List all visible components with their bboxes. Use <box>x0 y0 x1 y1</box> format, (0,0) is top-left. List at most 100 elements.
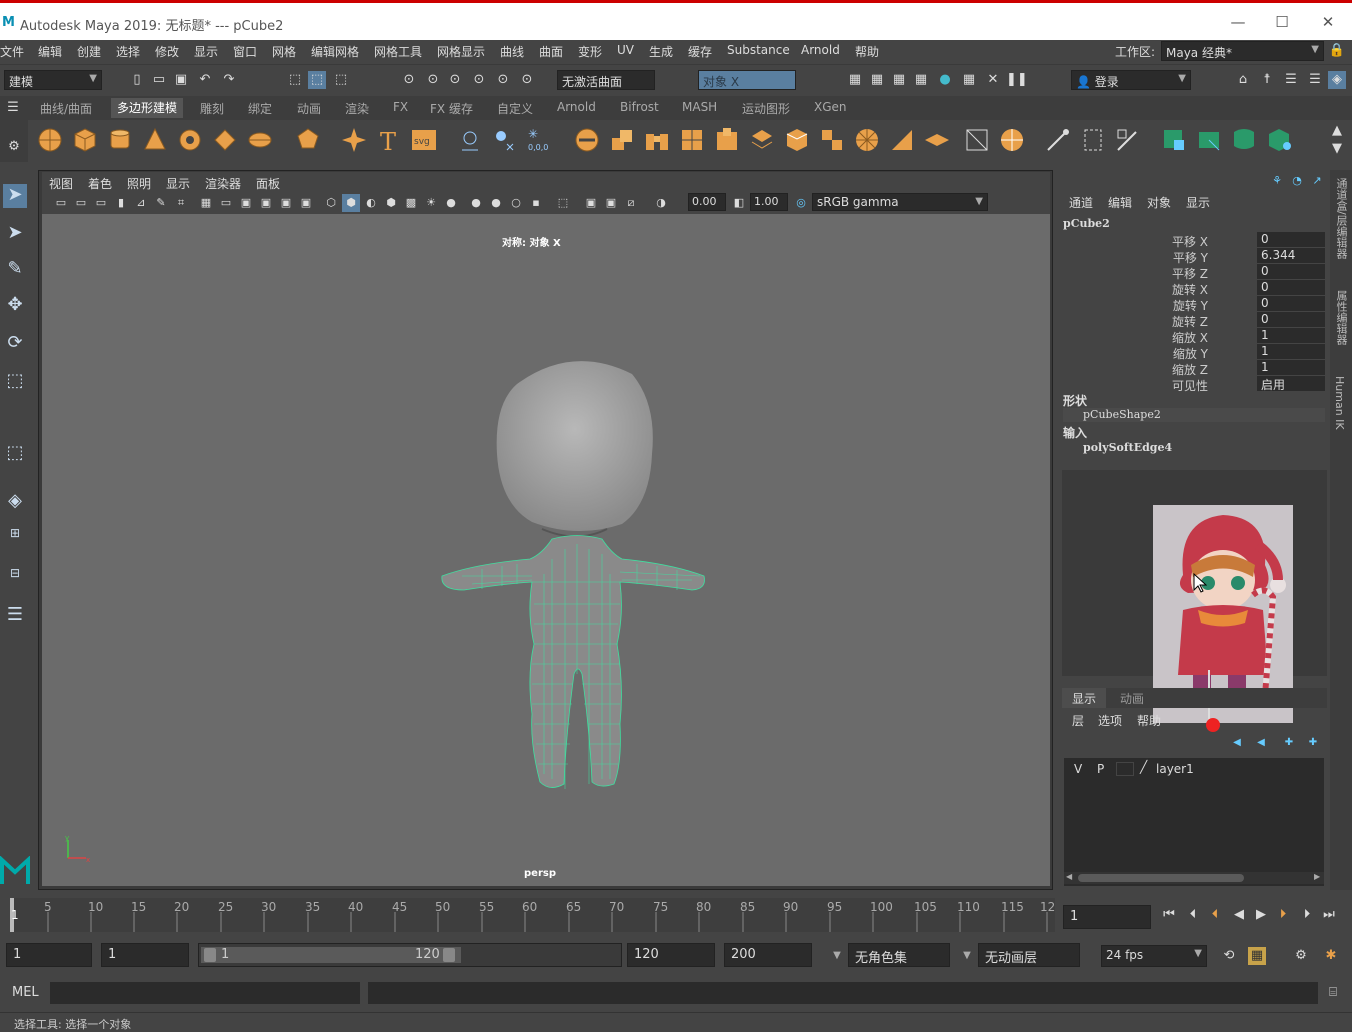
xray-active-icon[interactable]: ▣ <box>602 194 620 212</box>
attr-scale-z[interactable]: 缩放 Z1 <box>1060 360 1330 377</box>
poly-torus-icon[interactable] <box>176 126 204 154</box>
attr-visibility[interactable]: 可见性 启用 <box>1060 376 1330 393</box>
attr-value[interactable]: 1 <box>1257 328 1325 343</box>
anti-aliasing-icon[interactable]: ○ <box>507 194 525 212</box>
layer-name[interactable]: layer1 <box>1156 762 1194 776</box>
use-all-lights-icon[interactable]: ☀ <box>422 194 440 212</box>
redo-icon[interactable]: ↷ <box>220 71 238 89</box>
platonic-solid-icon[interactable] <box>294 126 322 154</box>
layer-tab-display[interactable]: 显示 <box>1062 688 1107 708</box>
command-input[interactable] <box>50 982 360 1004</box>
live-surface-field[interactable]: 无激活曲面 <box>557 70 655 90</box>
shelf-tab-sculpting[interactable]: 雕刻 <box>200 100 224 117</box>
menu-cache[interactable]: 缓存 <box>688 43 712 60</box>
ambient-occlusion-icon[interactable]: ● <box>467 194 485 212</box>
hypershade-icon[interactable]: ● <box>936 71 954 89</box>
step-back-key-icon[interactable]: ⏴ <box>1206 906 1224 924</box>
menu-surfaces[interactable]: 曲面 <box>539 43 563 60</box>
close-button[interactable]: ✕ <box>1318 13 1338 33</box>
attr-value[interactable]: 0 <box>1257 264 1325 279</box>
layer-menu-layers[interactable]: 层 <box>1072 712 1084 729</box>
snap-grid-icon[interactable]: ⊙ <box>400 71 418 89</box>
ipr-render-icon[interactable]: ▦ <box>890 71 908 89</box>
rotate-tool-icon[interactable]: ⟳ <box>3 332 27 356</box>
playback-start-field[interactable]: 1 <box>101 943 189 967</box>
menu-mesh-display[interactable]: 网格显示 <box>437 43 485 60</box>
extract-icon[interactable] <box>713 126 741 154</box>
cylindrical-map-icon[interactable] <box>1230 126 1258 154</box>
snap-curve-icon[interactable]: ⊙ <box>424 71 442 89</box>
render-settings-icon[interactable]: ▦ <box>912 71 930 89</box>
shelf-tab-rigging[interactable]: 绑定 <box>248 100 272 117</box>
layer-row[interactable]: V P ╱ layer1 <box>1064 760 1324 778</box>
maximize-button[interactable]: ☐ <box>1272 13 1292 33</box>
vp-menu-show[interactable]: 显示 <box>166 175 190 192</box>
animation-prefs-icon[interactable]: ⚙ <box>1292 947 1310 965</box>
side-tab-attribute-editor[interactable]: 属性编辑器 <box>1333 290 1349 345</box>
modeling-toolkit-icon[interactable]: ⌂ <box>1234 71 1252 89</box>
menu-window[interactable]: 窗口 <box>233 43 257 60</box>
image-plane-icon[interactable]: ▮ <box>112 194 130 212</box>
shelf-tab-arnold[interactable]: Arnold <box>557 100 596 114</box>
shelf-tab-poly-modeling[interactable]: 多边形建模 <box>111 98 184 118</box>
save-scene-icon[interactable]: ▣ <box>172 71 190 89</box>
step-back-frame-icon[interactable]: ⏴ <box>1184 906 1202 924</box>
menu-mesh[interactable]: 网格 <box>272 43 296 60</box>
cb-menu-object[interactable]: 对象 <box>1147 194 1171 211</box>
open-scene-icon[interactable]: ▭ <box>150 71 168 89</box>
bookmarks-icon[interactable]: ▭ <box>92 194 110 212</box>
target-weld-icon[interactable] <box>998 126 1026 154</box>
menu-edit[interactable]: 编辑 <box>38 43 62 60</box>
attr-rotate-x[interactable]: 旋转 X0 <box>1060 280 1330 297</box>
shelf-tab-motion-graphics[interactable]: 运动图形 <box>742 100 790 117</box>
minimize-button[interactable]: — <box>1228 13 1248 33</box>
new-layer-selected-icon[interactable]: ✚ <box>1304 734 1322 752</box>
scroll-right-icon[interactable]: ▶ <box>1314 872 1320 881</box>
chevron-down-icon[interactable]: ▼ <box>958 947 976 965</box>
poly-sphere-icon[interactable] <box>36 126 64 154</box>
range-end-handle[interactable] <box>443 948 455 962</box>
2d-pan-icon[interactable]: ⊿ <box>132 194 150 212</box>
shelf-tab-animation[interactable]: 动画 <box>297 100 321 117</box>
symmetry-dropdown[interactable]: 对象 X <box>698 70 796 90</box>
safe-action-icon[interactable]: ▣ <box>277 194 295 212</box>
range-slider[interactable]: 1 120 <box>198 943 622 967</box>
color-management-icon[interactable]: ◎ <box>792 194 810 212</box>
camera-attributes-icon[interactable]: ▭ <box>72 194 90 212</box>
attribute-editor-icon[interactable]: ☰ <box>1282 71 1300 89</box>
render-setup-icon[interactable]: ▦ <box>960 71 978 89</box>
shelf-scroll-down-icon[interactable]: ▼ <box>1328 140 1346 158</box>
attr-value[interactable]: 1 <box>1257 344 1325 359</box>
menu-mesh-tools[interactable]: 网格工具 <box>374 43 422 60</box>
menu-deform[interactable]: 变形 <box>578 43 602 60</box>
time-slider[interactable]: 1 5 10 15 20 25 30 35 40 45 50 55 60 65 … <box>10 898 1055 932</box>
mirror-icon[interactable] <box>923 126 951 154</box>
attr-rotate-z[interactable]: 旋转 Z0 <box>1060 312 1330 329</box>
poly-plane-icon[interactable] <box>211 126 239 154</box>
gamma-icon[interactable]: ◧ <box>730 194 748 212</box>
auto-key-icon[interactable]: ▦ <box>1248 947 1266 965</box>
tool-settings-icon[interactable]: ☰ <box>1306 71 1324 89</box>
four-pane-layout-icon[interactable]: ⊞ <box>3 526 27 550</box>
lock-icon[interactable]: 🔒 <box>1328 42 1346 60</box>
layer-menu-options[interactable]: 选项 <box>1098 712 1122 729</box>
character-set-field[interactable]: 无角色集 <box>848 943 950 967</box>
menu-set-dropdown[interactable]: 建模 ▼ <box>4 70 102 90</box>
attr-value[interactable]: 6.344 <box>1257 248 1325 263</box>
vp-menu-shading[interactable]: 着色 <box>88 175 112 192</box>
side-tab-channel-box[interactable]: 通道盒/层编辑器 <box>1333 178 1349 259</box>
attr-value[interactable]: 0 <box>1257 232 1325 247</box>
two-pane-layout-icon[interactable]: ⊟ <box>3 566 27 590</box>
new-layer-icon[interactable]: ✚ <box>1280 734 1298 752</box>
menu-file[interactable]: 文件 <box>0 43 24 60</box>
fps-dropdown[interactable]: 24 fps ▼ <box>1101 945 1207 967</box>
extrude-icon[interactable] <box>608 126 636 154</box>
step-forward-frame-icon[interactable]: ⏵ <box>1298 906 1316 924</box>
shape-row[interactable]: pCubeShape2 <box>1063 408 1325 422</box>
menu-display[interactable]: 显示 <box>194 43 218 60</box>
scroll-thumb[interactable] <box>1078 874 1244 882</box>
attr-value[interactable]: 0 <box>1257 280 1325 295</box>
attr-rotate-y[interactable]: 旋转 Y0 <box>1060 296 1330 313</box>
exposure-icon[interactable]: ◑ <box>652 194 670 212</box>
gear-icon[interactable]: ⚙ <box>5 138 23 156</box>
